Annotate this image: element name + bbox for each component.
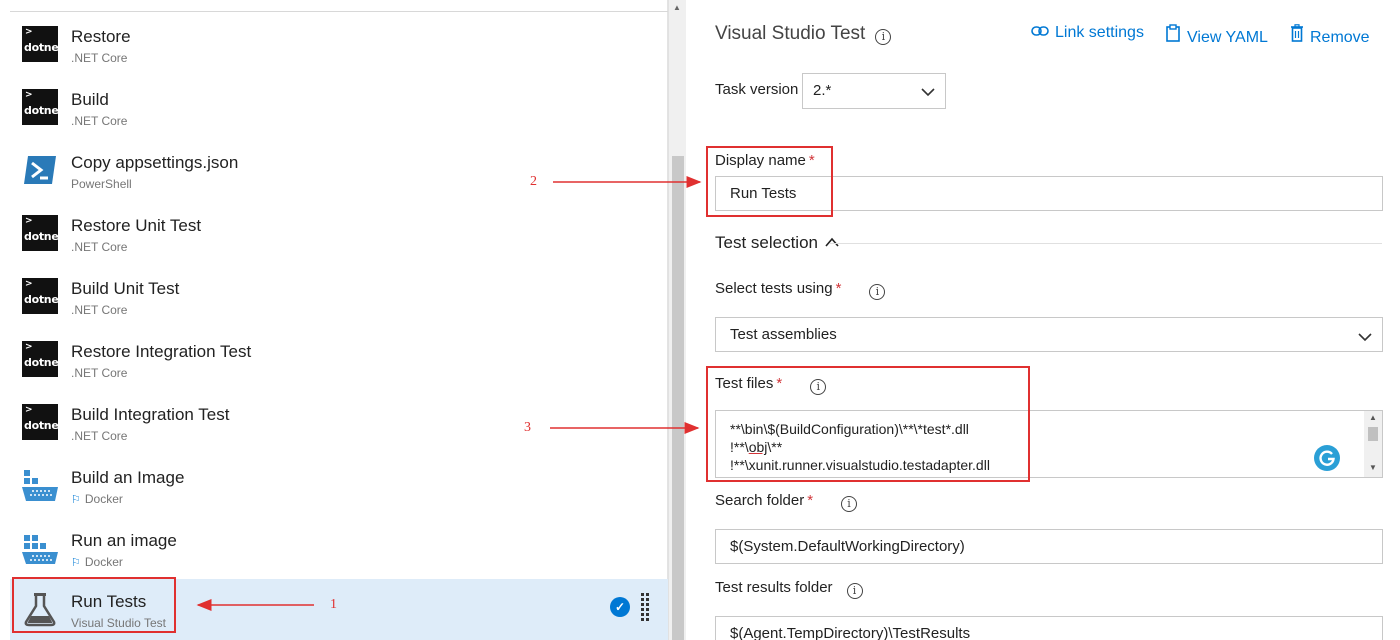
task-item-build-an-image[interactable]: Build an Image ⚐ Docker — [10, 455, 668, 518]
task-name: Restore Integration Test — [71, 342, 252, 361]
task-item-run-an-image[interactable]: Run an image ⚐ Docker — [10, 518, 668, 581]
task-subtitle-text: Docker — [84, 555, 123, 569]
flag-icon: ⚐ — [71, 494, 81, 506]
annotation-number-1: 1 — [330, 597, 337, 612]
task-subtitle: .NET Core — [71, 429, 128, 443]
task-item-build-integration-test[interactable]: > dotnet Build Integration Test .NET Core — [10, 392, 668, 455]
task-item-build[interactable]: > dotnet Build .NET Core — [10, 77, 668, 140]
annotation-box-run-tests — [12, 577, 176, 633]
test-results-folder-input[interactable]: $(Agent.TempDirectory)\TestResults — [715, 616, 1383, 640]
flag-icon: ⚐ — [71, 557, 81, 569]
divider — [10, 11, 668, 12]
dotnet-icon: > dotnet — [22, 278, 64, 314]
panel-title: Visual Studio Test i — [715, 23, 892, 45]
remove-button[interactable]: Remove — [1290, 24, 1370, 47]
task-version-label: Task version — [715, 81, 799, 98]
grammarly-icon[interactable] — [1314, 445, 1340, 471]
select-tests-value: Test assemblies — [730, 326, 837, 343]
task-item-restore-integration-test[interactable]: > dotnet Restore Integration Test .NET Co… — [10, 329, 668, 392]
task-name: Run an image — [71, 531, 177, 550]
task-name: Build Integration Test — [71, 405, 230, 424]
scrollbar-thumb[interactable] — [1368, 427, 1378, 441]
task-subtitle: .NET Core — [71, 114, 128, 128]
task-item-build-unit-test[interactable]: > dotnet Build Unit Test .NET Core — [10, 266, 668, 329]
required-mark: * — [835, 280, 842, 297]
clipboard-icon — [1165, 24, 1181, 47]
info-icon[interactable]: i — [869, 284, 886, 300]
task-name: Copy appsettings.json — [71, 153, 239, 172]
required-mark: * — [807, 492, 814, 509]
select-tests-label-text: Select tests using — [715, 280, 833, 297]
task-name: Restore — [71, 27, 131, 46]
task-subtitle: .NET Core — [71, 240, 128, 254]
search-folder-input[interactable]: $(System.DefaultWorkingDirectory) — [715, 529, 1383, 564]
list-scrollbar[interactable]: ▲ — [668, 0, 686, 640]
select-tests-dropdown[interactable]: Test assemblies — [715, 317, 1383, 352]
annotation-box-test-files — [706, 366, 1030, 482]
task-version-select[interactable]: 2.* — [802, 73, 946, 109]
task-subtitle-text: Docker — [84, 492, 123, 506]
chevron-up-icon — [824, 237, 840, 251]
panel-title-text: Visual Studio Test — [715, 23, 866, 44]
task-subtitle: ⚐ Docker — [71, 492, 123, 506]
task-name: Build an Image — [71, 468, 185, 487]
scroll-down-icon[interactable]: ▼ — [1369, 463, 1377, 472]
select-tests-label: Select tests using * i — [715, 280, 886, 300]
dotnet-icon: > dotnet — [22, 341, 64, 377]
link-icon — [1031, 24, 1049, 42]
docker-icon — [22, 530, 58, 566]
scroll-up-icon[interactable]: ▲ — [673, 3, 681, 12]
drag-handle-icon[interactable] — [641, 593, 651, 623]
section-title: Test selection — [715, 233, 818, 252]
view-yaml-label: View YAML — [1187, 29, 1268, 46]
dotnet-icon: > dotnet — [22, 215, 64, 251]
scrollbar-thumb[interactable] — [672, 156, 684, 640]
search-folder-label: Search folder * i — [715, 492, 858, 512]
link-settings-button[interactable]: Link settings — [1031, 24, 1144, 42]
chevron-down-icon — [921, 80, 935, 114]
docker-icon — [22, 467, 58, 503]
enabled-check-icon: ✓ — [610, 597, 630, 617]
task-name: Restore Unit Test — [71, 216, 202, 235]
task-name: Build Unit Test — [71, 279, 180, 298]
task-list: > dotnet Restore .NET Core > dotnet Build … — [0, 0, 668, 640]
task-name: Build — [71, 90, 109, 109]
powershell-icon — [22, 152, 58, 188]
annotation-number-3: 3 — [524, 420, 531, 435]
test-results-folder-label: Test results folder i — [715, 579, 863, 599]
search-folder-label-text: Search folder — [715, 492, 805, 509]
info-icon[interactable]: i — [841, 496, 858, 512]
test-selection-section-toggle[interactable]: Test selection — [715, 233, 840, 253]
task-item-restore-unit-test[interactable]: > dotnet Restore Unit Test .NET Core — [10, 203, 668, 266]
info-icon[interactable]: i — [875, 29, 892, 45]
task-item-restore[interactable]: > dotnet Restore .NET Core — [10, 14, 668, 77]
dotnet-icon: > dotnet — [22, 26, 64, 62]
task-subtitle: ⚐ Docker — [71, 555, 123, 569]
remove-label: Remove — [1310, 29, 1370, 46]
info-icon[interactable]: i — [846, 583, 863, 599]
dotnet-icon: > dotnet — [22, 404, 64, 440]
task-subtitle: .NET Core — [71, 366, 128, 380]
trash-icon — [1290, 24, 1304, 47]
results-folder-label-text: Test results folder — [715, 579, 833, 596]
task-subtitle: .NET Core — [71, 303, 128, 317]
chevron-down-icon — [1358, 326, 1372, 359]
view-yaml-button[interactable]: View YAML — [1165, 24, 1268, 47]
task-settings-panel: Visual Studio Test i Link settings View Y… — [687, 0, 1400, 640]
task-item-copy-appsettings[interactable]: Copy appsettings.json PowerShell — [10, 140, 668, 203]
textarea-scrollbar[interactable]: ▲ ▼ — [1364, 411, 1382, 477]
annotation-box-display-name — [706, 146, 833, 217]
dotnet-icon: > dotnet — [22, 89, 64, 125]
task-version-value: 2.* — [813, 82, 832, 99]
annotation-number-2: 2 — [530, 174, 537, 189]
scroll-up-icon[interactable]: ▲ — [1369, 413, 1377, 422]
section-divider — [830, 243, 1382, 244]
link-settings-label: Link settings — [1055, 24, 1144, 41]
task-subtitle: PowerShell — [71, 177, 132, 191]
task-subtitle: .NET Core — [71, 51, 128, 65]
